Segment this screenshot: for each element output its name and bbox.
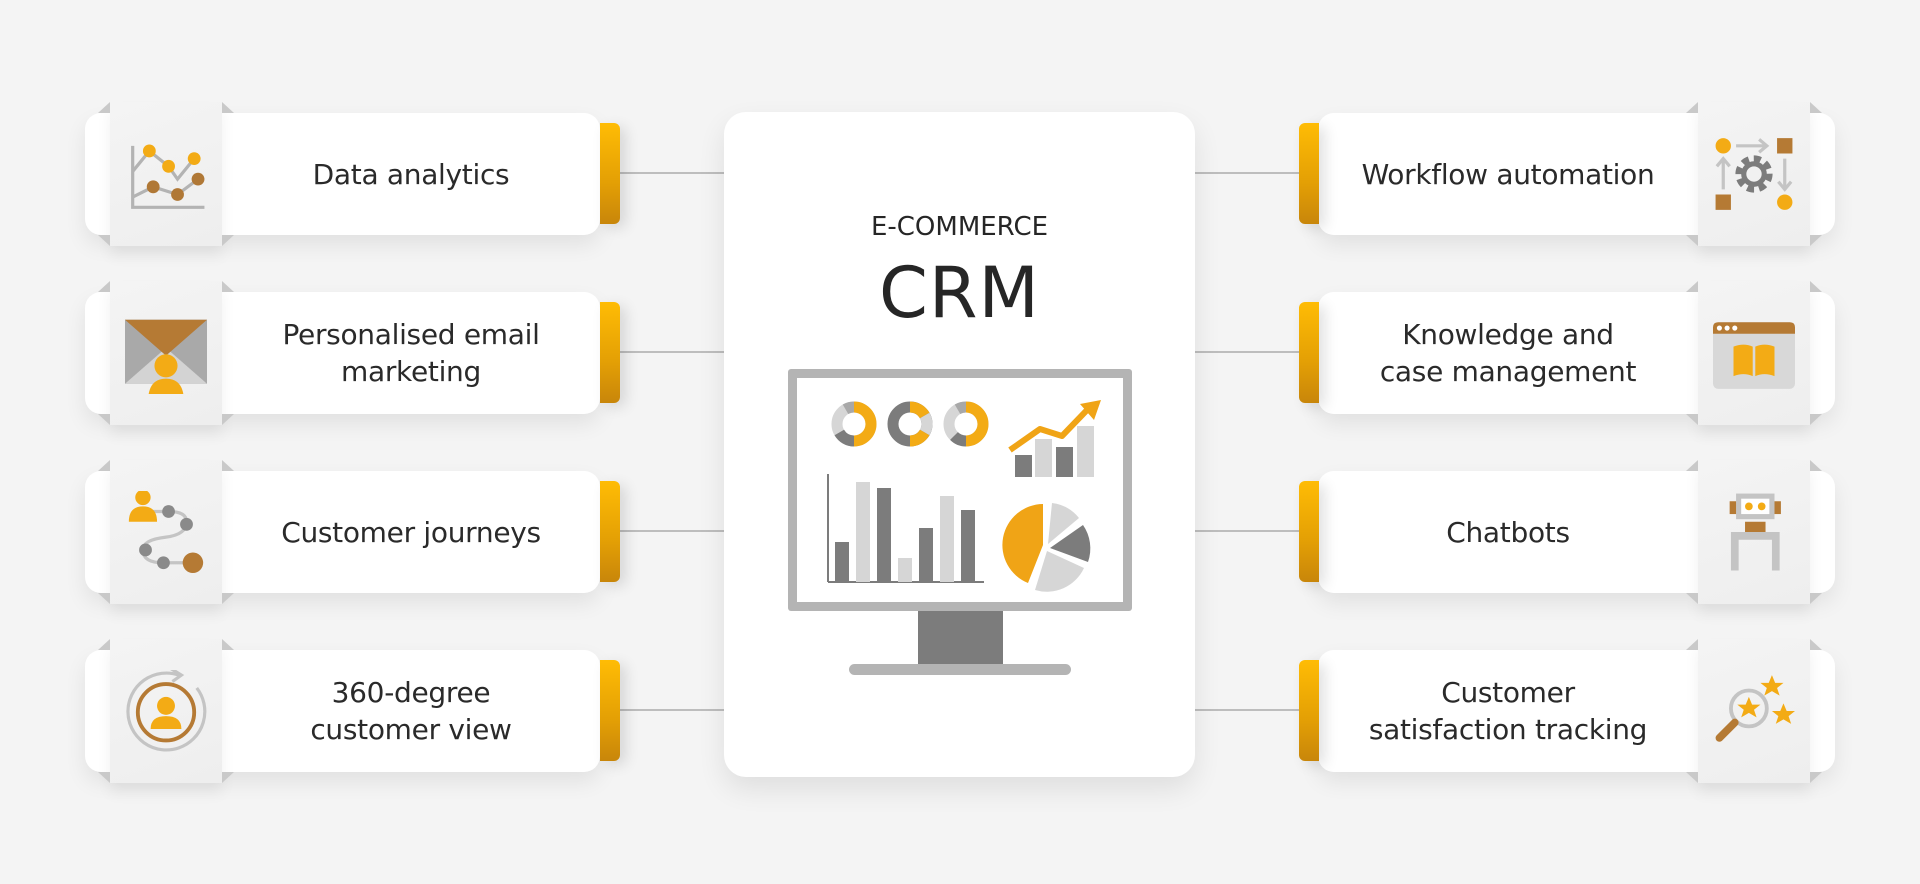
fold-corner [1810,460,1822,471]
fold-corner [1686,414,1698,425]
feature-satisfaction-tracking: Customer satisfaction tracking [1299,639,1835,819]
connector-line [1195,172,1299,174]
fold-corner [98,593,110,604]
accent-tab [600,660,620,761]
fold-corner [98,460,110,471]
journey-path-icon [125,482,207,582]
fold-corner [1686,102,1698,113]
icon-panel [1686,460,1822,604]
icon-panel [1686,639,1822,783]
fold-corner [1686,281,1698,292]
monitor-dashboard-icon [788,369,1132,675]
robot-icon [1713,482,1795,582]
center-title: CRM [879,252,1040,334]
feature-label: Customer journeys [281,515,541,549]
accent-tab [1299,123,1319,224]
accent-tab [1299,660,1319,761]
rotate-person-icon [125,661,207,761]
fold-corner [222,235,234,246]
fold-corner [1686,460,1698,471]
feature-data-analytics: Data analytics [60,102,620,282]
feature-workflow-automation: Workflow automation [1299,102,1835,282]
icon-panel [1686,281,1822,425]
connector-line [620,172,724,174]
fold-corner [1686,639,1698,650]
feature-label: Knowledge and case management [1379,318,1637,388]
accent-tab [1299,302,1319,403]
feature-label: Chatbots [1446,515,1570,549]
fold-corner [1810,235,1822,246]
feature-label: 360-degree customer view [310,676,512,746]
workflow-gear-icon [1713,124,1795,224]
accent-tab [600,123,620,224]
fold-corner [222,102,234,113]
accent-tab [600,302,620,403]
accent-tab [1299,481,1319,582]
connector-line [1195,530,1299,532]
accent-tab [600,481,620,582]
icon-panel [1686,102,1822,246]
icon-panel [98,102,234,246]
fold-corner [98,639,110,650]
icon-panel [98,639,234,783]
fold-corner [222,593,234,604]
fold-corner [222,414,234,425]
feature-label: Workflow automation [1361,157,1655,191]
feature-label: Data analytics [312,157,510,191]
feature-personalised-email: Personalised email marketing [60,281,620,461]
email-person-icon [125,303,207,403]
fold-corner [222,639,234,650]
fold-corner [1810,639,1822,650]
fold-corner [98,102,110,113]
feature-360-view: 360-degree customer view [60,639,620,819]
icon-panel [98,460,234,604]
center-subtitle: E-COMMERCE [870,212,1049,242]
fold-corner [1810,281,1822,292]
connector-line [620,709,724,711]
fold-corner [98,281,110,292]
fold-corner [1810,102,1822,113]
icon-panel [98,281,234,425]
feature-knowledge-management: Knowledge and case management [1299,281,1835,461]
connector-line [620,351,724,353]
crm-center-card: E-COMMERCE CRM [724,112,1195,777]
fold-corner [98,235,110,246]
feature-chatbots: Chatbots [1299,460,1835,640]
feature-label: Personalised email marketing [282,318,540,388]
fold-corner [98,772,110,783]
fold-corner [1686,772,1698,783]
feature-label: Customer satisfaction tracking [1368,676,1648,746]
fold-corner [222,772,234,783]
fold-corner [1686,235,1698,246]
fold-corner [1810,772,1822,783]
fold-corner [1810,593,1822,604]
connector-line [1195,351,1299,353]
feature-customer-journeys: Customer journeys [60,460,620,640]
connector-line [1195,709,1299,711]
magnifier-stars-icon [1713,661,1795,761]
connector-line [620,530,724,532]
fold-corner [1686,593,1698,604]
line-chart-icon [125,124,207,224]
fold-corner [98,414,110,425]
fold-corner [1810,414,1822,425]
fold-corner [222,460,234,471]
fold-corner [222,281,234,292]
browser-book-icon [1713,303,1795,403]
